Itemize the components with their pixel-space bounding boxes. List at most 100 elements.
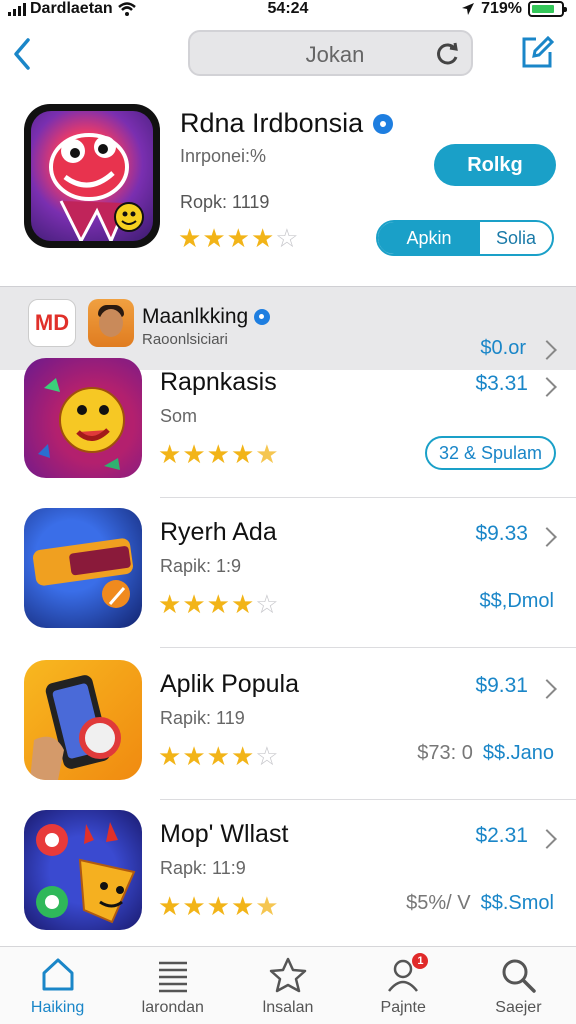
tab-lnsalan[interactable]: lnsalan xyxy=(230,947,345,1024)
list-item[interactable]: Mop' Wllast Rapk: 11:9 ★ ★ ★ ★ ★ $2.31 $5%/ … xyxy=(0,802,576,952)
divider xyxy=(160,497,576,498)
app-price: $9.31 xyxy=(475,674,528,697)
search-icon xyxy=(502,959,537,993)
star-icon: ★ xyxy=(158,440,182,470)
search-field[interactable]: Jokan xyxy=(188,30,473,76)
featured-app: Rdna Irdbonsia Inrponei:% Ropk: 1119 ★ ★ ★… xyxy=(0,96,576,276)
star-icon: ★ xyxy=(206,440,230,470)
section-logo: MD xyxy=(28,299,76,347)
location-arrow-icon xyxy=(462,3,475,15)
featured-subtitle: Inrponei:% xyxy=(180,146,267,166)
home-icon xyxy=(42,958,74,991)
chevron-right-icon[interactable] xyxy=(537,829,557,849)
verified-badge-icon xyxy=(254,309,271,325)
app-extra-text: $$.Jano xyxy=(482,742,554,764)
notification-badge: 1 xyxy=(412,953,429,969)
star-icon: ★ xyxy=(206,742,230,772)
star-icon: ☆ xyxy=(275,224,299,254)
segment-apkin[interactable]: Apkin xyxy=(378,222,480,254)
app-title: Mop' Wllast xyxy=(160,820,289,848)
nav-bar: Jokan xyxy=(0,28,576,80)
star-icon: ★ xyxy=(182,440,206,470)
app-title: Rapnkasis xyxy=(160,368,277,396)
star-icon: ★ xyxy=(158,742,182,772)
tab-saejer[interactable]: Saejer xyxy=(461,947,576,1024)
app-rating: ★ ★ ★ ★ ★ xyxy=(158,894,279,920)
app-icon[interactable] xyxy=(24,358,142,478)
cartoon-mascot-icon xyxy=(49,133,144,241)
tab-label: Saejer xyxy=(495,999,542,1016)
tab-bar: Haiking larondan lnsalan 1 Pajnte Saejer xyxy=(0,946,576,1024)
app-icon[interactable] xyxy=(24,810,142,930)
chevron-right-icon[interactable] xyxy=(537,377,557,397)
app-rating: ★ ★ ★ ★ ★ xyxy=(158,442,279,468)
app-rating: ★ ★ ★ ★ ☆ xyxy=(158,744,279,770)
logo-art-icon xyxy=(33,538,133,608)
divider xyxy=(160,799,576,800)
list-item[interactable]: Rapnkasis Som ★ ★ ★ ★ ★ $3.31 32 & Spulam xyxy=(0,350,576,500)
star-icon: ★ xyxy=(255,440,279,470)
app-price: $2.31 xyxy=(475,824,528,847)
star-icon: ★ xyxy=(230,590,255,620)
tab-label: lnsalan xyxy=(262,999,314,1016)
avatar xyxy=(88,299,134,347)
app-extra-text: $$.Smol xyxy=(480,892,554,914)
back-chevron-icon[interactable] xyxy=(8,34,36,74)
emoji-face-icon xyxy=(38,378,125,470)
star-icon: ★ xyxy=(226,224,250,254)
star-icon: ☆ xyxy=(255,590,279,620)
tab-haiking[interactable]: Haiking xyxy=(0,947,115,1024)
tab-label: Haiking xyxy=(30,999,85,1016)
app-title: Ryerh Ada xyxy=(160,518,277,546)
star-icon: ★ xyxy=(230,892,255,922)
verified-badge-icon xyxy=(373,113,394,134)
app-subtitle: Rapik: 1:9 xyxy=(160,556,242,576)
star-icon: ★ xyxy=(250,224,275,254)
segmented-control: Apkin Solia xyxy=(376,220,554,256)
app-icon[interactable] xyxy=(24,508,142,628)
featured-title: Rdna Irdbonsia xyxy=(180,108,394,139)
app-extra-muted: $5%/ V xyxy=(406,892,471,914)
star-icon: ★ xyxy=(178,224,202,254)
star-icon: ★ xyxy=(182,590,206,620)
list-item[interactable]: Aplik Popula Rapik: 119 ★ ★ ★ ★ ☆ $9.31 $73:… xyxy=(0,652,576,802)
star-icon: ☆ xyxy=(255,742,279,772)
status-bar: Dardlaetan 54:24 719% xyxy=(0,0,576,20)
section-title: Maanlkking xyxy=(142,305,271,329)
tab-pajnte[interactable]: 1 Pajnte xyxy=(346,947,461,1024)
reload-icon[interactable] xyxy=(433,40,461,68)
star-icon: ★ xyxy=(202,224,226,254)
app-subtitle: Som xyxy=(160,406,198,426)
star-icon: ★ xyxy=(230,742,255,772)
phone-in-hand-icon xyxy=(30,675,121,780)
app-price: $9.33 xyxy=(475,522,528,545)
chevron-right-icon[interactable] xyxy=(537,527,557,547)
app-price: $3.31 xyxy=(475,372,528,395)
app-pill-button[interactable]: 32 & Spulam xyxy=(424,436,556,470)
get-button[interactable]: Rolkg xyxy=(434,144,556,186)
star-icon: ★ xyxy=(158,590,182,620)
app-extra-text: $$,Dmol xyxy=(479,590,554,612)
featured-app-icon[interactable] xyxy=(24,104,160,248)
chevron-right-icon[interactable] xyxy=(537,679,557,699)
app-icon[interactable] xyxy=(24,660,142,780)
app-title: Aplik Popula xyxy=(160,670,299,698)
tab-label: larondan xyxy=(141,999,204,1016)
tab-label: Pajnte xyxy=(380,999,426,1016)
star-icon: ★ xyxy=(230,440,255,470)
status-right: 719% xyxy=(461,0,567,18)
segment-solia[interactable]: Solia xyxy=(480,222,552,254)
tab-larondan[interactable]: larondan xyxy=(115,947,230,1024)
app-subtitle: Rapik: 119 xyxy=(160,708,245,728)
compose-icon[interactable] xyxy=(520,34,554,70)
star-icon: ★ xyxy=(182,742,206,772)
emoji-collage-icon xyxy=(36,822,136,924)
list-icon xyxy=(158,961,187,993)
search-text: Jokan xyxy=(305,42,365,67)
app-extra-muted: $73: 0 xyxy=(417,742,473,764)
star-icon: ★ xyxy=(206,590,230,620)
list-item[interactable]: Ryerh Ada Rapik: 1:9 ★ ★ ★ ★ ☆ $9.33 $$,Dmol xyxy=(0,500,576,650)
star-icon: ★ xyxy=(158,892,182,922)
section-title-text: Maanlkking xyxy=(142,305,249,328)
featured-rank: Ropk: 1119 xyxy=(180,192,270,212)
